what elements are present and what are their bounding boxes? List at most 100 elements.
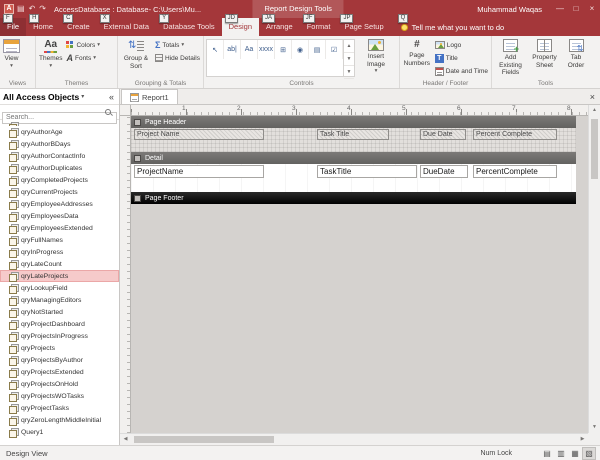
tell-me-box[interactable]: Q Tell me what you want to do [395, 18, 511, 36]
save-icon[interactable]: ▤ [17, 0, 25, 18]
property-sheet-button[interactable]: Property Sheet [528, 38, 561, 70]
gallery-scrollbar[interactable]: ▲ ▼ ▼ [343, 40, 354, 76]
nav-item[interactable]: qryAuthorContactInfo [0, 150, 119, 162]
nav-item[interactable]: qryProjectsWOTasks [0, 390, 119, 402]
maximize-button[interactable]: □ [568, 0, 584, 18]
ribbon-tab[interactable]: X External Data [97, 18, 156, 36]
gallery-more-icon[interactable]: ▼ [344, 66, 354, 79]
colors-button[interactable]: Colors ▾ [64, 39, 102, 51]
nav-item[interactable]: qryProjectsExtended [0, 366, 119, 378]
nav-item[interactable]: qryProjectsByAuthor [0, 354, 119, 366]
detail-bar[interactable]: Detail [131, 152, 576, 164]
section-selector-icon[interactable] [134, 119, 141, 126]
detail-section[interactable]: ProjectName TaskTitleDueDate PercentComple… [131, 164, 576, 192]
layout-view-button[interactable]: ▦ [568, 447, 582, 460]
page-header-bar[interactable]: Page Header [131, 116, 576, 128]
nav-item[interactable]: qryProjectDashboard [0, 318, 119, 330]
combo-box-icon[interactable]: ▤ [309, 40, 326, 59]
minimize-button[interactable]: — [552, 0, 568, 18]
vertical-scrollbar[interactable]: ▲ ▼ [588, 105, 600, 433]
print-preview-button[interactable]: ▥ [554, 447, 568, 460]
nav-item[interactable]: qryAuthorBDays [0, 138, 119, 150]
ribbon-tab[interactable]: JP Page Setup [337, 18, 390, 36]
gallery-scroll-down-icon[interactable]: ▼ [344, 53, 354, 66]
horizontal-scrollbar[interactable]: ◀ ▶ [120, 433, 588, 445]
text-box-icon[interactable]: ab| [224, 40, 241, 59]
nav-item[interactable]: qryEmployeesExtended [0, 222, 119, 234]
nav-item[interactable]: qryProjects [0, 342, 119, 354]
text-box-control[interactable]: DueDate [420, 165, 468, 178]
section-selector-icon[interactable] [134, 195, 141, 202]
gallery-scroll-up-icon[interactable]: ▲ [344, 40, 354, 53]
nav-item[interactable]: qryLateCount [0, 258, 119, 270]
nav-item[interactable]: qryCompletedProjects [0, 174, 119, 186]
ribbon-tab[interactable]: Y Database Tools [156, 18, 222, 36]
page-header-section[interactable]: Project Name Task Title Due Date Percent Co… [131, 128, 576, 152]
nav-pane-header[interactable]: All Access Objects ▾ « [0, 89, 119, 105]
nav-item[interactable]: qryNotStarted [0, 306, 119, 318]
close-button[interactable]: × [584, 0, 600, 18]
scroll-down-icon[interactable]: ▼ [589, 422, 600, 433]
nav-item[interactable]: qryFullNames [0, 234, 119, 246]
ribbon-tab[interactable]: F File [0, 18, 26, 36]
ribbon-tab[interactable]: JA Arrange [259, 18, 300, 36]
nav-item[interactable]: qryLookupField [0, 282, 119, 294]
ribbon-tab[interactable]: JD Design [222, 18, 259, 36]
check-box-icon[interactable]: ☑ [326, 40, 343, 59]
ribbon-tab[interactable]: C Create [60, 18, 97, 36]
fonts-button[interactable]: Fonts ▾ [64, 52, 102, 64]
nav-item[interactable]: qryProjectsOnHold [0, 378, 119, 390]
horizontal-ruler[interactable]: 12345678 [131, 105, 588, 116]
label-icon[interactable]: Aa [241, 40, 258, 59]
ribbon-tab[interactable]: H Home [26, 18, 60, 36]
vertical-scrollbar-thumb[interactable] [591, 119, 598, 179]
view-button[interactable]: View ▾ [1, 38, 22, 70]
nav-item[interactable]: qryProjectsInProgress [0, 330, 119, 342]
nav-item[interactable]: qryEmployeesData [0, 210, 119, 222]
redo-icon[interactable]: ↷ [39, 0, 46, 18]
nav-item[interactable]: qryInProgress [0, 246, 119, 258]
nav-item[interactable]: qryAuthorDuplicates [0, 162, 119, 174]
scroll-up-icon[interactable]: ▲ [589, 105, 600, 116]
nav-item[interactable]: qryEmployeeAddresses [0, 198, 119, 210]
group-and-sort-button[interactable]: Group & Sort [119, 38, 153, 71]
header-label-control[interactable]: Due Date [420, 129, 466, 140]
vertical-ruler[interactable] [120, 116, 131, 433]
date-and-time-button[interactable]: Date and Time [433, 65, 490, 77]
tab-order-button[interactable]: Tab Order [561, 38, 591, 70]
ribbon-tab[interactable]: JF Format [300, 18, 338, 36]
scroll-right-icon[interactable]: ▶ [577, 434, 588, 445]
section-selector-icon[interactable] [134, 155, 141, 162]
add-existing-fields-button[interactable]: Add Existing Fields [493, 38, 528, 78]
close-document-icon[interactable]: × [585, 89, 600, 104]
nav-item[interactable]: qryAuthorAge [0, 126, 119, 138]
header-label-control[interactable]: Task Title [317, 129, 389, 140]
document-tab-report1[interactable]: Report1 [121, 89, 178, 104]
title-button[interactable]: Title [433, 52, 490, 64]
horizontal-scrollbar-thumb[interactable] [134, 436, 274, 443]
header-label-control[interactable]: Percent Complete [473, 129, 557, 140]
select-pointer-icon[interactable]: ↖ [207, 40, 224, 59]
text-box-control[interactable]: PercentComplete [473, 165, 557, 178]
scroll-left-icon[interactable]: ◀ [120, 434, 131, 445]
nav-item[interactable]: Query1 [0, 426, 119, 438]
hide-details-button[interactable]: Hide Details [153, 52, 202, 64]
page-footer-bar[interactable]: Page Footer [131, 192, 576, 204]
nav-item[interactable]: qryProjectTasks [0, 402, 119, 414]
logo-button[interactable]: Logo [433, 39, 490, 51]
text-box-control[interactable]: TaskTitle [317, 165, 417, 178]
page-numbers-button[interactable]: Page Numbers [401, 38, 433, 68]
option-button-icon[interactable]: ◉ [292, 40, 309, 59]
shutter-bar-close-icon[interactable]: « [107, 92, 116, 102]
nav-item[interactable]: qryLateProjects [0, 270, 119, 282]
nav-item[interactable]: qryManagingEditors [0, 294, 119, 306]
tab-control-icon[interactable]: ⊞ [275, 40, 292, 59]
header-label-control[interactable]: Project Name [134, 129, 264, 140]
text-box-control[interactable]: ProjectName [134, 165, 264, 178]
nav-item[interactable]: qryZeroLengthMiddleInitial [0, 414, 119, 426]
insert-image-button[interactable]: Insert Image ▾ [356, 38, 396, 75]
nav-item[interactable]: qryCurrentProjects [0, 186, 119, 198]
button-icon[interactable]: xxxx [258, 40, 275, 59]
themes-button[interactable]: Themes ▾ [37, 38, 64, 70]
report-view-button[interactable]: ▤ [540, 447, 554, 460]
